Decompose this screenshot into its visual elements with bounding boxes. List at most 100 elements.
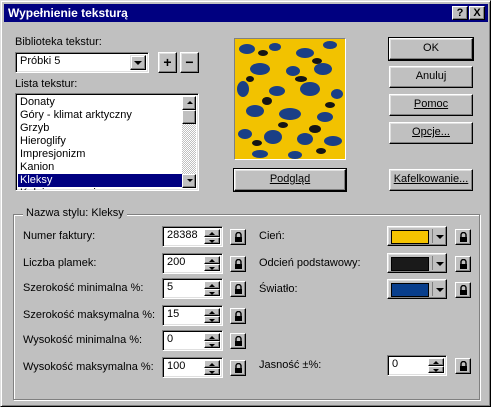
field-label: Szerokość minimalna %:: [23, 282, 144, 294]
spin-up-button[interactable]: [204, 256, 220, 264]
scroll-up-button[interactable]: [182, 96, 196, 110]
brightness-input[interactable]: 0: [387, 355, 447, 376]
arrow-down-icon: [433, 368, 439, 372]
brightness-spin-down[interactable]: [428, 365, 444, 373]
spin-up-button[interactable]: [204, 333, 220, 341]
arrow-down-icon: [209, 239, 215, 243]
texture-listbox[interactable]: Donaty Góry - klimat arktyczny Grzyb Hierog…: [15, 93, 199, 191]
close-title-button[interactable]: X: [469, 6, 485, 20]
lock-button[interactable]: [230, 229, 246, 245]
arrow-up-icon: [209, 284, 215, 287]
arrow-down-icon: [209, 291, 215, 295]
library-selected-value: Próbki 5: [20, 55, 61, 67]
texture-list-label: Lista tekstur:: [15, 78, 78, 90]
lock-button[interactable]: [455, 282, 471, 298]
numeric-input[interactable]: 28388: [162, 226, 223, 247]
color-picker[interactable]: [387, 279, 447, 299]
color-swatch: [391, 230, 429, 244]
help-button[interactable]: Pomoc: [389, 94, 473, 116]
texture-preview: [234, 38, 346, 160]
spin-up-button[interactable]: [204, 360, 220, 368]
ok-button[interactable]: OK: [388, 37, 474, 61]
field-label: Wysokość maksymalna %:: [23, 361, 154, 373]
numeric-input-value: 28388: [167, 229, 198, 241]
numeric-spinner[interactable]: [204, 256, 220, 271]
options-button[interactable]: Opcje...: [389, 122, 473, 144]
spin-down-button[interactable]: [204, 263, 220, 271]
arrow-up-icon: [433, 361, 439, 364]
texture-list-item[interactable]: Hieroglify: [18, 135, 182, 148]
brightness-label: Jasność ±%:: [259, 359, 322, 371]
library-select[interactable]: Próbki 5: [15, 52, 149, 73]
brightness-value: 0: [392, 358, 399, 370]
tiling-button[interactable]: Kafelkowanie...: [389, 169, 473, 191]
numeric-spinner[interactable]: [204, 333, 220, 348]
spin-down-button[interactable]: [204, 236, 220, 244]
field-label: Liczba plamek:: [23, 257, 97, 269]
texture-list-scrollbar[interactable]: [182, 96, 196, 188]
color-label: Światło:: [259, 283, 298, 295]
lock-button[interactable]: [455, 256, 471, 272]
library-dropdown-button[interactable]: [130, 55, 146, 70]
help-title-button[interactable]: ?: [452, 6, 468, 20]
lock-icon: [460, 232, 467, 242]
library-label: Biblioteka tekstur:: [15, 36, 102, 48]
texture-list-item[interactable]: Kanion: [18, 161, 182, 174]
scroll-thumb[interactable]: [182, 110, 196, 124]
preview-button-label: Podgląd: [269, 173, 311, 185]
numeric-input-value: 100: [167, 360, 186, 372]
spin-down-button[interactable]: [204, 367, 220, 375]
spin-down-button[interactable]: [204, 315, 220, 323]
numeric-spinner[interactable]: [204, 281, 220, 296]
tiling-button-label: Kafelkowanie...: [393, 173, 469, 185]
lock-button[interactable]: [230, 308, 246, 324]
spin-up-button[interactable]: [204, 229, 220, 237]
dialog-title: Wypełnienie teksturą: [8, 6, 128, 20]
texture-list-item[interactable]: Grzyb: [18, 122, 182, 135]
numeric-spinner[interactable]: [204, 308, 220, 323]
texture-list-item[interactable]: Kołnierz ceramiczny: [18, 187, 182, 190]
spin-down-button[interactable]: [204, 340, 220, 348]
lock-icon: [235, 259, 242, 269]
lock-button[interactable]: [230, 256, 246, 272]
brightness-lock-button[interactable]: [455, 358, 471, 374]
spin-down-button[interactable]: [204, 288, 220, 296]
add-library-button[interactable]: +: [158, 52, 177, 73]
color-swatch: [391, 283, 429, 297]
numeric-spinner[interactable]: [204, 229, 220, 244]
spin-up-button[interactable]: [204, 281, 220, 289]
lock-icon: [460, 259, 467, 269]
numeric-input[interactable]: 15: [162, 305, 223, 326]
color-swatch: [391, 257, 429, 271]
texture-list-item[interactable]: Impresjonizm: [18, 148, 182, 161]
lock-button[interactable]: [455, 229, 471, 245]
texture-list-item[interactable]: Góry - klimat arktyczny: [18, 109, 182, 122]
arrow-down-icon: [209, 343, 215, 347]
numeric-input[interactable]: 200: [162, 253, 223, 274]
cancel-button[interactable]: Anuluj: [389, 66, 473, 88]
remove-library-button[interactable]: −: [180, 52, 199, 73]
brightness-spin-up[interactable]: [428, 358, 444, 366]
arrow-up-icon: [209, 259, 215, 262]
lock-button[interactable]: [230, 281, 246, 297]
lock-icon: [235, 336, 242, 346]
arrow-down-icon: [209, 266, 215, 270]
numeric-spinner[interactable]: [204, 360, 220, 375]
scroll-down-button[interactable]: [182, 174, 196, 188]
color-picker[interactable]: [387, 226, 447, 246]
texture-list-item[interactable]: Kleksy: [18, 174, 182, 187]
preview-button[interactable]: Podgląd: [233, 168, 347, 192]
title-bar[interactable]: Wypełnienie teksturą ? X: [4, 4, 488, 22]
field-label: Numer faktury:: [23, 230, 96, 242]
brightness-spinner[interactable]: [428, 358, 444, 373]
texture-list-item[interactable]: Donaty: [18, 96, 182, 109]
numeric-input[interactable]: 5: [162, 278, 223, 299]
numeric-input[interactable]: 0: [162, 330, 223, 351]
lock-button[interactable]: [230, 333, 246, 349]
numeric-input-value: 200: [167, 256, 186, 268]
spin-up-button[interactable]: [204, 308, 220, 316]
color-picker[interactable]: [387, 253, 447, 273]
color-picker-divider: [432, 256, 433, 270]
numeric-input[interactable]: 100: [162, 357, 223, 378]
lock-button[interactable]: [230, 360, 246, 376]
